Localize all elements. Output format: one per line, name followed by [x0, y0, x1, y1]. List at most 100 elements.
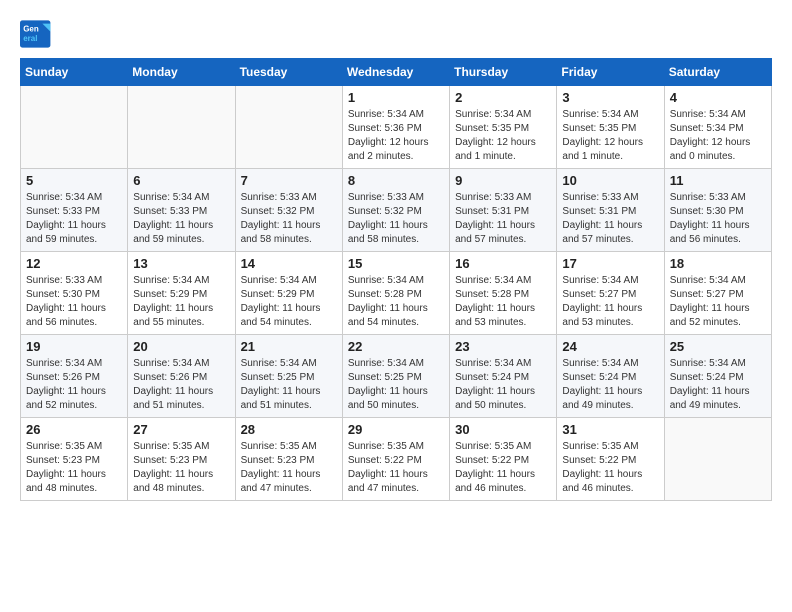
day-number: 23: [455, 339, 551, 354]
day-info: Sunrise: 5:34 AM Sunset: 5:26 PM Dayligh…: [26, 357, 122, 413]
day-info: Sunrise: 5:34 AM Sunset: 5:33 PM Dayligh…: [133, 191, 229, 247]
calendar-day-26: 26Sunrise: 5:35 AM Sunset: 5:23 PM Dayli…: [21, 418, 128, 501]
calendar-day-28: 28 Sunrise: 5:35 AM Sunset: 5:23 PM Dayli…: [235, 418, 342, 501]
day-info: Sunrise: 5:34 AM Sunset: 5:27 PM Dayligh…: [670, 274, 766, 330]
calendar-day-25: 25 Sunrise: 5:34 AM Sunset: 5:24 PM Dayli…: [664, 335, 771, 418]
day-info: Sunrise: 5:34 AM Sunset: 5:24 PM Dayligh…: [455, 357, 551, 413]
calendar-week-1: 1Sunrise: 5:34 AM Sunset: 5:36 PM Daylig…: [21, 86, 772, 169]
day-info: Sunrise: 5:34 AM Sunset: 5:29 PM Dayligh…: [241, 274, 337, 330]
day-info: Sunrise: 5:35 AM Sunset: 5:23 PM Dayligh…: [26, 440, 122, 496]
calendar-day-16: 16 Sunrise: 5:34 AM Sunset: 5:28 PM Dayli…: [450, 252, 557, 335]
day-number: 2: [455, 90, 551, 105]
day-info: Sunrise: 5:34 AM Sunset: 5:25 PM Dayligh…: [348, 357, 444, 413]
calendar-day-17: 17 Sunrise: 5:34 AM Sunset: 5:27 PM Dayli…: [557, 252, 664, 335]
day-info: Sunrise: 5:34 AM Sunset: 5:25 PM Dayligh…: [241, 357, 337, 413]
day-number: 22: [348, 339, 444, 354]
calendar-day-6: 6 Sunrise: 5:34 AM Sunset: 5:33 PM Daylig…: [128, 169, 235, 252]
calendar-day-8: 8 Sunrise: 5:33 AM Sunset: 5:32 PM Daylig…: [342, 169, 449, 252]
day-number: 4: [670, 90, 766, 105]
calendar-day-27: 27 Sunrise: 5:35 AM Sunset: 5:23 PM Dayli…: [128, 418, 235, 501]
day-info: Sunrise: 5:33 AM Sunset: 5:30 PM Dayligh…: [26, 274, 122, 330]
svg-text:Gen: Gen: [23, 25, 39, 34]
day-info: Sunrise: 5:34 AM Sunset: 5:27 PM Dayligh…: [562, 274, 658, 330]
calendar-day-24: 24 Sunrise: 5:34 AM Sunset: 5:24 PM Dayli…: [557, 335, 664, 418]
day-info: Sunrise: 5:34 AM Sunset: 5:36 PM Dayligh…: [348, 108, 444, 164]
day-info: Sunrise: 5:34 AM Sunset: 5:28 PM Dayligh…: [455, 274, 551, 330]
calendar-empty-cell: [664, 418, 771, 501]
day-number: 25: [670, 339, 766, 354]
calendar-week-5: 26Sunrise: 5:35 AM Sunset: 5:23 PM Dayli…: [21, 418, 772, 501]
day-number: 28: [241, 422, 337, 437]
calendar-table: SundayMondayTuesdayWednesdayThursdayFrid…: [20, 58, 772, 501]
day-info: Sunrise: 5:33 AM Sunset: 5:31 PM Dayligh…: [455, 191, 551, 247]
day-info: Sunrise: 5:34 AM Sunset: 5:26 PM Dayligh…: [133, 357, 229, 413]
weekday-header-sunday: Sunday: [21, 59, 128, 86]
day-info: Sunrise: 5:34 AM Sunset: 5:24 PM Dayligh…: [562, 357, 658, 413]
svg-text:eral: eral: [23, 34, 37, 43]
day-info: Sunrise: 5:33 AM Sunset: 5:32 PM Dayligh…: [241, 191, 337, 247]
day-number: 6: [133, 173, 229, 188]
calendar-day-30: 30 Sunrise: 5:35 AM Sunset: 5:22 PM Dayli…: [450, 418, 557, 501]
calendar-day-21: 21Sunrise: 5:34 AM Sunset: 5:25 PM Dayli…: [235, 335, 342, 418]
calendar-empty-cell: [21, 86, 128, 169]
day-number: 20: [133, 339, 229, 354]
day-number: 30: [455, 422, 551, 437]
calendar-day-10: 10 Sunrise: 5:33 AM Sunset: 5:31 PM Dayli…: [557, 169, 664, 252]
calendar-day-15: 15 Sunrise: 5:34 AM Sunset: 5:28 PM Dayli…: [342, 252, 449, 335]
day-info: Sunrise: 5:34 AM Sunset: 5:28 PM Dayligh…: [348, 274, 444, 330]
calendar-day-12: 12 Sunrise: 5:33 AM Sunset: 5:30 PM Dayli…: [21, 252, 128, 335]
day-number: 15: [348, 256, 444, 271]
day-info: Sunrise: 5:33 AM Sunset: 5:31 PM Dayligh…: [562, 191, 658, 247]
calendar-week-4: 19 Sunrise: 5:34 AM Sunset: 5:26 PM Dayli…: [21, 335, 772, 418]
day-number: 19: [26, 339, 122, 354]
weekday-header-friday: Friday: [557, 59, 664, 86]
calendar-day-18: 18 Sunrise: 5:34 AM Sunset: 5:27 PM Dayli…: [664, 252, 771, 335]
calendar-day-3: 3Sunrise: 5:34 AM Sunset: 5:35 PM Daylig…: [557, 86, 664, 169]
day-info: Sunrise: 5:35 AM Sunset: 5:23 PM Dayligh…: [133, 440, 229, 496]
day-number: 7: [241, 173, 337, 188]
day-number: 10: [562, 173, 658, 188]
day-number: 9: [455, 173, 551, 188]
day-number: 18: [670, 256, 766, 271]
day-info: Sunrise: 5:34 AM Sunset: 5:34 PM Dayligh…: [670, 108, 766, 164]
logo: Gen eral: [20, 20, 58, 48]
calendar-day-20: 20 Sunrise: 5:34 AM Sunset: 5:26 PM Dayli…: [128, 335, 235, 418]
calendar-day-22: 22 Sunrise: 5:34 AM Sunset: 5:25 PM Dayli…: [342, 335, 449, 418]
day-number: 29: [348, 422, 444, 437]
calendar-day-29: 29Sunrise: 5:35 AM Sunset: 5:22 PM Dayli…: [342, 418, 449, 501]
calendar-day-23: 23 Sunrise: 5:34 AM Sunset: 5:24 PM Dayli…: [450, 335, 557, 418]
weekday-header-monday: Monday: [128, 59, 235, 86]
calendar-empty-cell: [235, 86, 342, 169]
day-number: 17: [562, 256, 658, 271]
calendar-day-13: 13 Sunrise: 5:34 AM Sunset: 5:29 PM Dayli…: [128, 252, 235, 335]
day-number: 11: [670, 173, 766, 188]
day-info: Sunrise: 5:34 AM Sunset: 5:33 PM Dayligh…: [26, 191, 122, 247]
day-number: 13: [133, 256, 229, 271]
day-info: Sunrise: 5:34 AM Sunset: 5:35 PM Dayligh…: [562, 108, 658, 164]
weekday-header-wednesday: Wednesday: [342, 59, 449, 86]
calendar-day-31: 31 Sunrise: 5:35 AM Sunset: 5:22 PM Dayli…: [557, 418, 664, 501]
calendar-day-5: 5 Sunrise: 5:34 AM Sunset: 5:33 PM Daylig…: [21, 169, 128, 252]
day-number: 24: [562, 339, 658, 354]
day-info: Sunrise: 5:33 AM Sunset: 5:32 PM Dayligh…: [348, 191, 444, 247]
day-number: 12: [26, 256, 122, 271]
calendar-header-row: SundayMondayTuesdayWednesdayThursdayFrid…: [21, 59, 772, 86]
calendar-day-1: 1Sunrise: 5:34 AM Sunset: 5:36 PM Daylig…: [342, 86, 449, 169]
day-info: Sunrise: 5:34 AM Sunset: 5:24 PM Dayligh…: [670, 357, 766, 413]
day-info: Sunrise: 5:33 AM Sunset: 5:30 PM Dayligh…: [670, 191, 766, 247]
day-info: Sunrise: 5:35 AM Sunset: 5:22 PM Dayligh…: [455, 440, 551, 496]
day-number: 5: [26, 173, 122, 188]
day-number: 8: [348, 173, 444, 188]
day-number: 27: [133, 422, 229, 437]
calendar-day-14: 14Sunrise: 5:34 AM Sunset: 5:29 PM Dayli…: [235, 252, 342, 335]
day-number: 16: [455, 256, 551, 271]
day-info: Sunrise: 5:35 AM Sunset: 5:23 PM Dayligh…: [241, 440, 337, 496]
calendar-day-9: 9 Sunrise: 5:33 AM Sunset: 5:31 PM Daylig…: [450, 169, 557, 252]
calendar-week-2: 5 Sunrise: 5:34 AM Sunset: 5:33 PM Daylig…: [21, 169, 772, 252]
day-number: 31: [562, 422, 658, 437]
day-info: Sunrise: 5:34 AM Sunset: 5:29 PM Dayligh…: [133, 274, 229, 330]
day-info: Sunrise: 5:35 AM Sunset: 5:22 PM Dayligh…: [562, 440, 658, 496]
calendar-day-2: 2Sunrise: 5:34 AM Sunset: 5:35 PM Daylig…: [450, 86, 557, 169]
calendar-day-4: 4 Sunrise: 5:34 AM Sunset: 5:34 PM Daylig…: [664, 86, 771, 169]
weekday-header-thursday: Thursday: [450, 59, 557, 86]
